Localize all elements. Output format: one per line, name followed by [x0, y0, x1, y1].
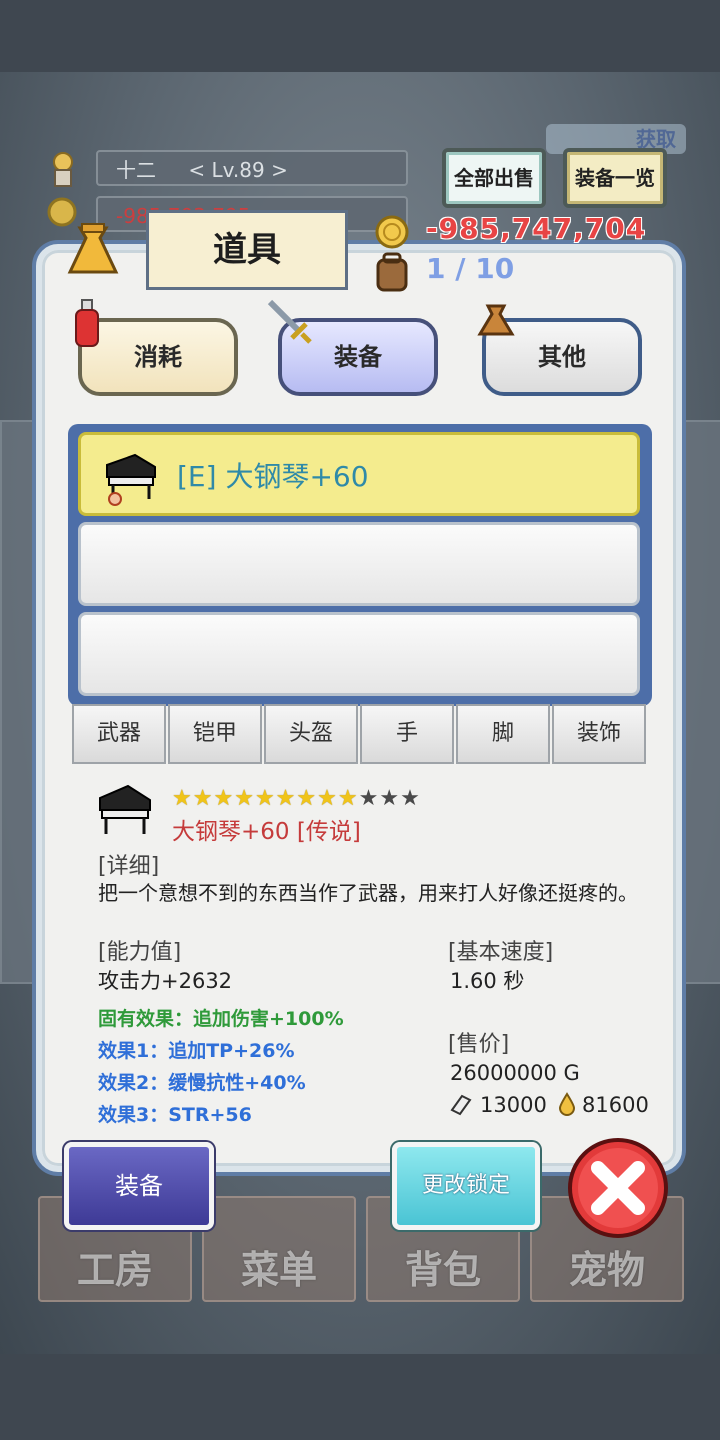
material-1-amount: 13000: [480, 1093, 547, 1117]
material-2-amount: 81600: [582, 1093, 649, 1117]
star-empty-icon: ★: [400, 786, 421, 811]
ability-header: [能力值]: [98, 940, 182, 965]
detail-piano-icon: [96, 782, 156, 838]
status-bar: [0, 0, 720, 72]
ingot-icon: [448, 1092, 472, 1116]
item-list-label: [E] 大钢琴+60: [177, 460, 369, 493]
backpack-icon: [372, 252, 412, 294]
star-empty-icon: ★: [379, 786, 401, 811]
change-lock-button[interactable]: 更改锁定: [392, 1142, 540, 1230]
base-speed: 1.60 秒: [450, 969, 525, 993]
player-level: < Lv.89 >: [188, 158, 288, 182]
tab-consumables[interactable]: 消耗: [78, 318, 238, 396]
star-filled-icon: ★: [275, 786, 297, 811]
nav-backpack-label: 背包: [404, 1248, 481, 1292]
detail-item-name: 大钢琴+60 [传说]: [172, 819, 361, 845]
list-item-selected[interactable]: [E] 大钢琴+60: [78, 432, 640, 516]
drop-icon: [556, 1092, 578, 1116]
nav-pet-label: 宠物: [568, 1248, 645, 1292]
rarity-stars: ★★★★★★★★★★★★: [172, 786, 421, 811]
sell-price: 26000000 G: [450, 1061, 580, 1085]
item-list: [E] 大钢琴+60: [68, 424, 652, 706]
star-filled-icon: ★: [317, 786, 338, 811]
filter-foot[interactable]: 脚: [456, 704, 550, 764]
star-filled-icon: ★: [337, 786, 359, 811]
panel-title: 道具: [146, 210, 348, 290]
detail-header: [详细]: [98, 854, 160, 879]
player-name: 十二: [116, 158, 156, 182]
effect-3: 效果3：STR+56: [98, 1104, 252, 1126]
effect-2: 效果2：缓慢抗性+40%: [98, 1072, 306, 1094]
effect-1: 效果1：追加TP+26%: [98, 1040, 295, 1062]
player-avatar-icon: [46, 150, 80, 190]
star-empty-icon: ★: [358, 786, 380, 811]
nav-menu-label: 菜单: [240, 1248, 317, 1292]
pouch-icon: [474, 298, 518, 342]
star-filled-icon: ★: [296, 786, 318, 811]
sell-all-button[interactable]: 全部出售: [442, 148, 546, 208]
gold-amount: -985,747,704: [426, 212, 647, 245]
equipment-filter-tabs: 武器 铠甲 头盔 手 脚 装饰: [72, 704, 646, 764]
grand-piano-icon: [101, 447, 163, 509]
navigation-bar: [0, 1354, 720, 1440]
player-name-bar: 十二 < Lv.89 >: [96, 150, 408, 186]
equipment-list-button[interactable]: 装备一览: [563, 148, 667, 208]
nav-menu[interactable]: 菜单: [202, 1196, 356, 1302]
item-bag-icon: [60, 218, 126, 284]
price-header: [售价]: [448, 1032, 510, 1057]
attack-stat: 攻击力+2632: [98, 969, 233, 993]
star-filled-icon: ★: [192, 786, 214, 811]
filter-hand[interactable]: 手: [360, 704, 454, 764]
nav-workshop-label: 工房: [76, 1248, 153, 1292]
gold-coin-icon: [374, 214, 410, 250]
filter-helmet[interactable]: 头盔: [264, 704, 358, 764]
star-filled-icon: ★: [213, 786, 235, 811]
bag-capacity: 1 / 10: [426, 252, 515, 285]
sword-icon: [266, 298, 314, 346]
star-filled-icon: ★: [254, 786, 276, 811]
filter-accessory[interactable]: 装饰: [552, 704, 646, 764]
equip-button[interactable]: 装备: [64, 1142, 214, 1230]
item-description: 把一个意想不到的东西当作了武器，用来打人好像还挺疼的。: [98, 881, 638, 905]
fixed-effect: 固有效果：追加伤害+100%: [98, 1008, 344, 1030]
filter-weapon[interactable]: 武器: [72, 704, 166, 764]
speed-header: [基本速度]: [448, 940, 554, 965]
close-icon[interactable]: [566, 1136, 670, 1240]
list-item-empty[interactable]: [78, 612, 640, 696]
star-filled-icon: ★: [234, 786, 255, 811]
filter-armor[interactable]: 铠甲: [168, 704, 262, 764]
star-filled-icon: ★: [172, 786, 193, 811]
potion-icon: [72, 298, 102, 350]
list-item-empty[interactable]: [78, 522, 640, 606]
